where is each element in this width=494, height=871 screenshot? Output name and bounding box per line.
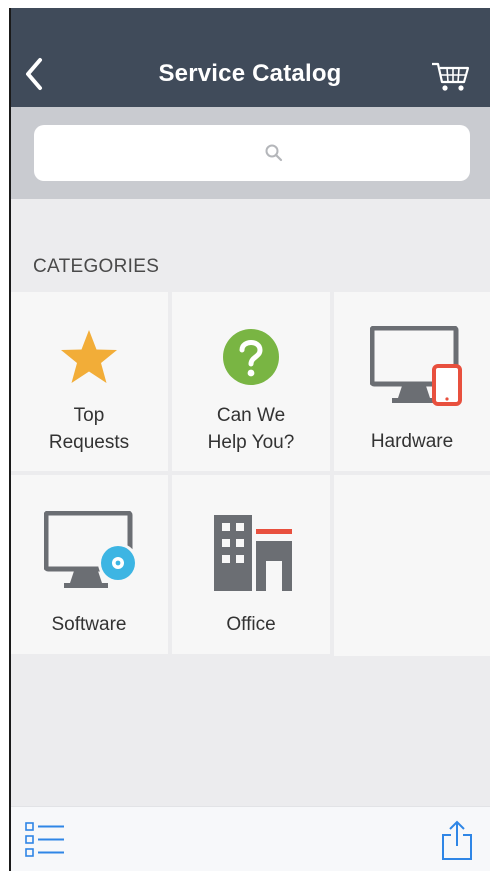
app-screen: Service Catalog CATEGORIES Top Requests … bbox=[10, 8, 490, 871]
category-grid: Top Requests Can We Help You? Hardware S… bbox=[10, 292, 490, 660]
search-icon bbox=[265, 144, 283, 162]
star-icon bbox=[61, 330, 117, 383]
bottom-toolbar bbox=[10, 806, 490, 871]
category-label: Hardware bbox=[370, 431, 454, 452]
nav-bar: Service Catalog bbox=[10, 8, 490, 107]
cart-button[interactable] bbox=[430, 60, 470, 94]
category-top-requests[interactable]: Top Requests bbox=[10, 292, 168, 471]
building-icon bbox=[214, 515, 292, 591]
category-label: Software bbox=[51, 614, 127, 635]
screen-border bbox=[9, 8, 11, 871]
monitor-disc-icon bbox=[44, 511, 138, 588]
page-title: Service Catalog bbox=[158, 60, 342, 87]
share-button[interactable] bbox=[440, 819, 474, 861]
search-bar-container bbox=[10, 107, 490, 199]
category-label: Can We Help You? bbox=[207, 405, 295, 453]
category-software[interactable]: Software bbox=[10, 475, 168, 654]
cart-icon bbox=[432, 62, 470, 91]
category-empty-slot bbox=[334, 475, 490, 656]
category-hardware[interactable]: Hardware bbox=[334, 292, 490, 471]
question-icon bbox=[223, 329, 279, 385]
share-icon bbox=[442, 820, 472, 860]
category-can-we-help-you[interactable]: Can We Help You? bbox=[172, 292, 330, 471]
monitor-phone-icon bbox=[370, 326, 462, 406]
search-input[interactable] bbox=[34, 125, 470, 181]
list-icon bbox=[25, 822, 64, 857]
category-label: Office bbox=[226, 614, 276, 635]
category-label: Top Requests bbox=[48, 405, 130, 453]
category-office[interactable]: Office bbox=[172, 475, 330, 654]
section-heading-categories: CATEGORIES bbox=[33, 256, 160, 277]
list-view-button[interactable] bbox=[24, 821, 66, 859]
